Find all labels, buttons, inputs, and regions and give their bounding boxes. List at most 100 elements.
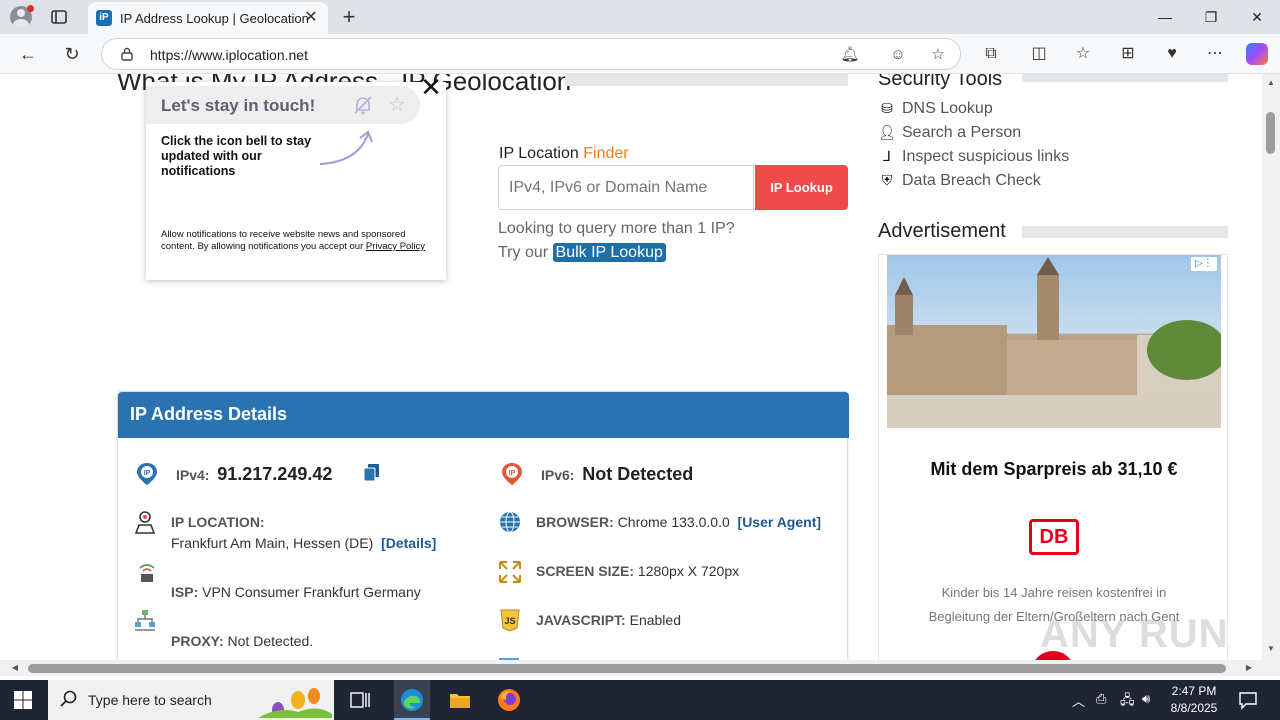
screen-size-icon	[499, 561, 521, 583]
extensions-icon[interactable]: ⧉	[980, 43, 1002, 65]
back-icon[interactable]: ←	[17, 43, 39, 65]
javascript-row: JAVASCRIPT: Enabled	[536, 612, 681, 628]
tab-title: IP Address Lookup | Geolocation	[120, 11, 309, 26]
more-menu-icon[interactable]: ⋯	[1204, 43, 1226, 65]
lock-icon[interactable]	[120, 47, 134, 61]
browser-row: BROWSER: Chrome 133.0.0.0 [User Agent]	[536, 514, 822, 530]
network-icon[interactable]: 🖧︎	[1120, 691, 1135, 713]
notification-bell-icon[interactable]: 🔔︎	[840, 45, 860, 65]
security-tools-divider	[1022, 74, 1228, 82]
proxy-network-icon	[135, 610, 155, 631]
ip-location-value: Frankfurt Am Main, Hessen (DE)	[171, 535, 374, 551]
security-item-dns-lookup[interactable]: ⛁ DNS Lookup	[878, 100, 993, 118]
new-tab-icon[interactable]: +	[338, 6, 360, 28]
volume-icon[interactable]: 🔊︎	[1142, 691, 1150, 707]
task-view-icon[interactable]	[348, 688, 372, 712]
favorites-icon[interactable]: ☆	[1072, 43, 1094, 65]
tab-active[interactable]: iP IP Address Lookup | Geolocation ✕	[88, 2, 328, 34]
popup-close-icon[interactable]: ✕	[420, 74, 442, 100]
ad-copy-line1: Kinder bis 14 Jahre reisen kostenfrei in	[941, 585, 1167, 600]
vertical-scroll-thumb[interactable]	[1266, 112, 1275, 154]
notifications-icon[interactable]	[1238, 690, 1258, 710]
collections-icon[interactable]: ⊞	[1117, 43, 1139, 65]
tab-close-icon[interactable]: ✕	[302, 9, 320, 27]
tray-overflow-icon[interactable]: ︿	[1072, 691, 1085, 710]
popup-fine-print: Allow notifications to receive website n…	[161, 229, 426, 252]
popup-body: Click the icon bell to stay updated with…	[161, 134, 312, 178]
profile-alert-dot	[27, 5, 34, 12]
copilot-icon[interactable]	[1246, 43, 1268, 65]
ad-city-image[interactable]: ▷⋮	[887, 255, 1221, 428]
ip-lookup-button[interactable]: IP Lookup	[755, 165, 848, 210]
security-item-search-person[interactable]: 👤︎ Search a Person	[878, 124, 1021, 142]
copy-icon[interactable]	[364, 464, 380, 482]
address-bar[interactable]: https://www.iplocation.net 🔔︎ ☺︎ ☆	[101, 38, 961, 70]
taskbar-edge-active[interactable]	[394, 680, 430, 720]
taskbar-clock[interactable]: 2:47 PM 8/8/2025	[1158, 683, 1230, 717]
url-text[interactable]: https://www.iplocation.net	[150, 47, 308, 63]
windows-taskbar: Type here to search ︿ ⎙ 🖧︎ 🔊︎ 2:47 PM 8/…	[0, 680, 1280, 720]
svg-text:IP: IP	[509, 470, 516, 477]
ip-details-card: IP Address Details IP IPv4: 91.217.249.4…	[117, 391, 849, 660]
proxy-value: Not Detected.	[227, 633, 314, 649]
db-logo[interactable]: DB	[1029, 519, 1079, 555]
browser-essentials-icon[interactable]: ♥︎	[1161, 43, 1183, 65]
horizontal-scrollbar[interactable]: ◀ ▶	[0, 660, 1280, 676]
firefox-icon[interactable]	[497, 688, 521, 712]
ad-choices-icon[interactable]: ▷⋮	[1191, 257, 1217, 271]
popup-title: Let's stay in touch!	[161, 96, 316, 115]
hook-icon: ⅃	[883, 148, 891, 164]
horizontal-scroll-thumb[interactable]	[28, 664, 1226, 673]
split-screen-icon[interactable]: ◫	[1028, 43, 1050, 65]
user-agent-link[interactable]: [User Agent]	[738, 514, 822, 530]
ad-banner[interactable]: ▷⋮ Mit dem Sparpreis ab 31,10 € DB Kinde…	[878, 254, 1228, 660]
isp-router-icon	[139, 564, 155, 582]
javascript-value: Enabled	[629, 612, 681, 628]
scroll-up-icon[interactable]: ▲	[1262, 76, 1280, 90]
vertical-scrollbar[interactable]: ▲ ▼	[1262, 74, 1280, 660]
ip-location-row: Frankfurt Am Main, Hessen (DE) [Details]	[171, 535, 436, 551]
ipv4-value: 91.217.249.42	[217, 464, 333, 484]
bell-off-icon[interactable]	[352, 94, 374, 116]
proxy-row: PROXY: Not Detected.	[171, 633, 314, 649]
taskbar-search-placeholder: Type here to search	[88, 692, 212, 708]
restore-icon[interactable]: ❐	[1196, 6, 1226, 28]
security-item-inspect-links[interactable]: ⅃ Inspect suspicious links	[878, 148, 1069, 166]
search-icon	[60, 690, 77, 707]
browser-tab-bar: iP IP Address Lookup | Geolocation ✕ + —…	[0, 0, 1280, 34]
security-item-data-breach[interactable]: ⛨ Data Breach Check	[878, 172, 1041, 190]
window-close-icon[interactable]: ✕	[1242, 6, 1272, 28]
ip-search-input[interactable]	[498, 165, 754, 210]
scroll-right-icon[interactable]: ▶	[1242, 661, 1256, 675]
ipv6-pin-icon: IP	[502, 463, 522, 485]
details-link[interactable]: [Details]	[381, 535, 436, 551]
ip-details-title: IP Address Details	[130, 404, 288, 424]
bulk-ip-lookup-link[interactable]: Bulk IP Lookup	[552, 243, 666, 262]
popup-header: Let's stay in touch! ☆	[146, 86, 420, 124]
ad-headline[interactable]: Mit dem Sparpreis ab 31,10 €	[879, 459, 1229, 480]
popup-star-icon[interactable]: ☆	[388, 92, 406, 117]
reload-icon[interactable]: ↻	[61, 43, 83, 65]
scroll-down-icon[interactable]: ▼	[1262, 642, 1280, 656]
location-person-icon	[134, 511, 156, 534]
advertisement-title: Advertisement	[878, 220, 1006, 242]
ip-location-label: IP LOCATION:	[171, 514, 265, 530]
tab-actions-icon[interactable]	[50, 8, 68, 26]
ipv4-pin-icon: IP	[137, 463, 157, 485]
privacy-policy-link[interactable]: Privacy Policy	[366, 241, 425, 252]
screen-size-row: SCREEN SIZE: 1280px X 720px	[536, 563, 740, 579]
ipv6-value: Not Detected	[582, 464, 694, 484]
try-text: Try our Bulk IP Lookup	[498, 243, 666, 262]
windows-start-icon[interactable]	[14, 691, 32, 709]
shield-icon: ⛨	[881, 172, 893, 188]
tray-meet-icon[interactable]: ⎙	[1096, 691, 1106, 707]
file-explorer-icon[interactable]	[448, 688, 472, 712]
scroll-left-icon[interactable]: ◀	[8, 661, 22, 675]
taskbar-search-box[interactable]: Type here to search	[48, 680, 334, 720]
minimize-icon[interactable]: —	[1150, 6, 1180, 28]
isp-row: ISP: VPN Consumer Frankfurt Germany	[171, 584, 421, 600]
reading-mode-icon[interactable]: ☺︎	[888, 45, 908, 65]
ipv4-row: IPv4: 91.217.249.42	[176, 464, 333, 484]
security-tools-title: Security Tools	[878, 74, 1003, 90]
favorite-star-icon[interactable]: ☆	[928, 45, 948, 65]
